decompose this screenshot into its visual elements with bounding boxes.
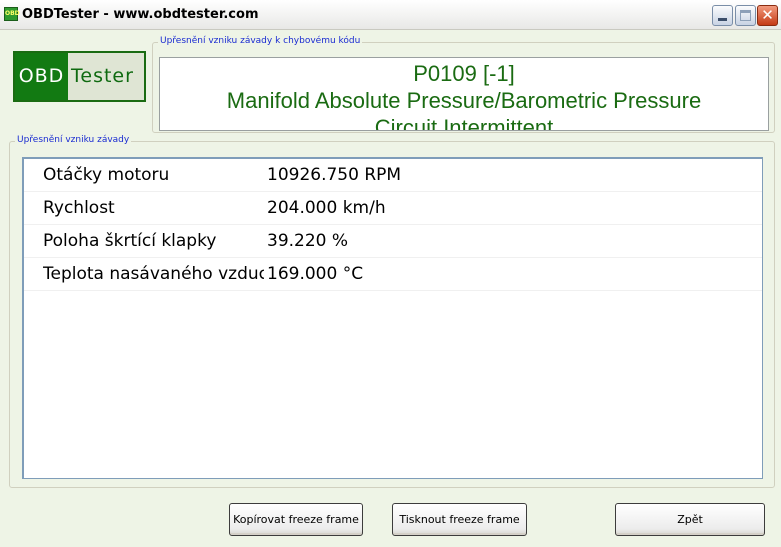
parameter-name: Rychlost	[43, 198, 115, 218]
error-description-line2: Circuit Intermittent	[374, 115, 554, 131]
error-code-group-legend: Upřesnění vzniku závady k chybovému kódu	[158, 36, 363, 46]
list-item[interactable]: Otáčky motoru 10926.750 RPM	[24, 159, 762, 192]
freeze-frame-group-legend: Upřesnění vzniku závady	[15, 135, 132, 145]
close-button[interactable]: ✕	[757, 5, 778, 26]
minimize-button[interactable]	[712, 5, 733, 26]
window-title: OBDTester - www.obdtester.com	[22, 7, 259, 22]
copy-freeze-frame-button[interactable]: Kopírovat freeze frame	[229, 503, 363, 536]
parameter-value: 10926.750 RPM	[267, 165, 402, 185]
logo-obd-text: OBD	[15, 53, 68, 100]
maximize-icon	[740, 10, 751, 21]
maximize-button[interactable]	[735, 5, 756, 26]
list-item[interactable]: Poloha škrtící klapky 39.220 %	[24, 225, 762, 258]
parameter-value: 169.000 °C	[267, 264, 364, 284]
parameter-value: 204.000 km/h	[267, 198, 386, 218]
freeze-frame-list[interactable]: Otáčky motoru 10926.750 RPM Rychlost 204…	[22, 157, 763, 479]
app-icon: OBD	[4, 7, 20, 21]
print-freeze-frame-button[interactable]: Tisknout freeze frame	[392, 503, 527, 536]
parameter-name: Teplota nasávaného vzduchu	[43, 264, 264, 284]
logo-tester-text: Tester	[68, 53, 144, 100]
parameter-name: Otáčky motoru	[43, 165, 170, 185]
freeze-frame-group: Upřesnění vzniku závady Otáčky motoru 10…	[9, 135, 775, 488]
minimize-icon	[718, 18, 727, 21]
title-bar[interactable]: OBD OBDTester - www.obdtester.com ✕	[0, 0, 781, 30]
obdtester-logo: OBD Tester	[13, 51, 146, 102]
back-button[interactable]: Zpět	[615, 503, 765, 536]
list-item[interactable]: Teplota nasávaného vzduchu 169.000 °C	[24, 258, 762, 291]
error-description-line1: Manifold Absolute Pressure/Barometric Pr…	[226, 88, 702, 113]
error-code-group: Upřesnění vzniku závady k chybovému kódu…	[152, 36, 775, 133]
error-code-display: P0109 [-1] Manifold Absolute Pressure/Ba…	[159, 57, 769, 131]
error-code: P0109 [-1]	[413, 61, 515, 86]
list-item[interactable]: Rychlost 204.000 km/h	[24, 192, 762, 225]
close-icon: ✕	[761, 6, 774, 24]
parameter-name: Poloha škrtící klapky	[43, 231, 217, 251]
parameter-value: 39.220 %	[267, 231, 349, 251]
